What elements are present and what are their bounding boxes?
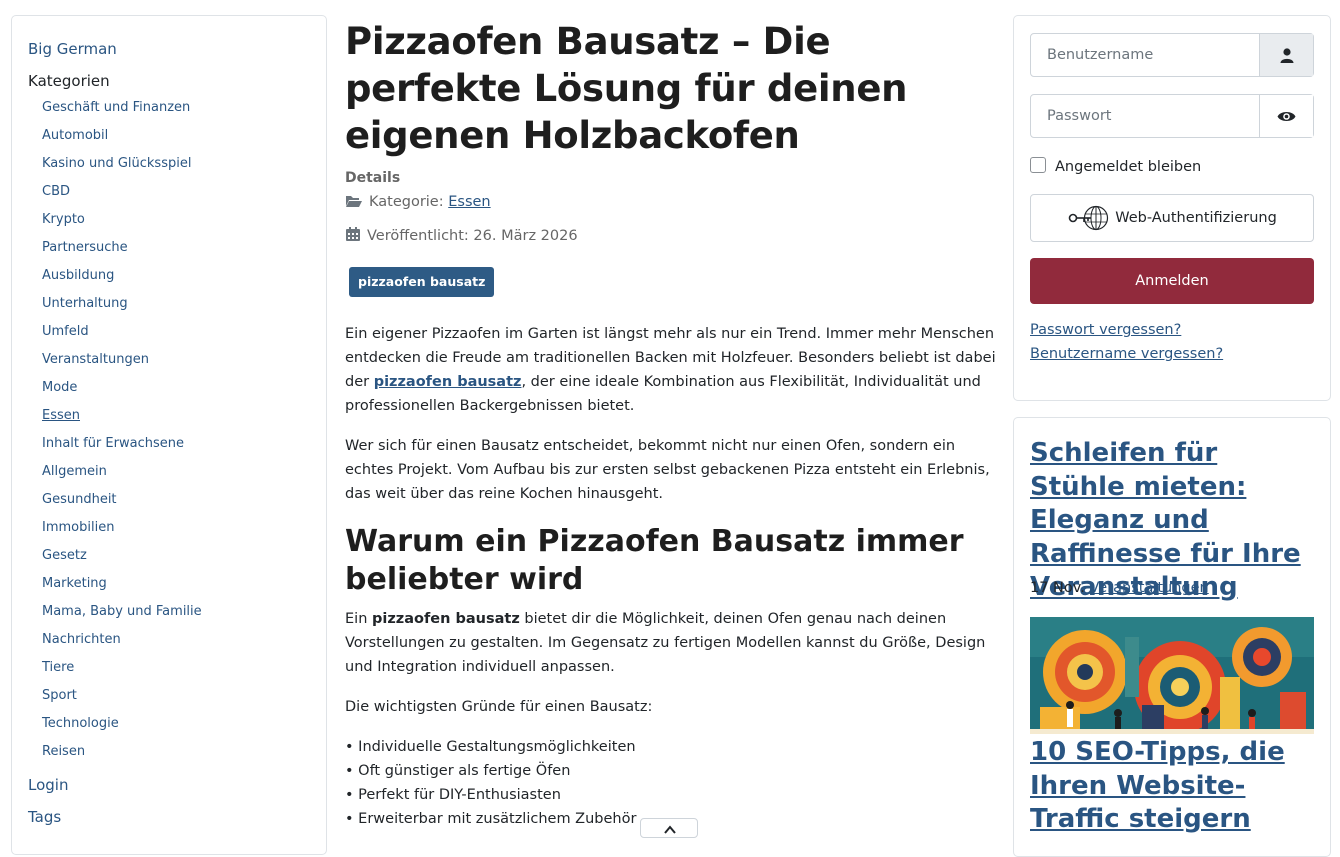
category-link[interactable]: Mama, Baby und Familie xyxy=(42,604,202,619)
login-form: Angemeldet bleiben Web-Authentifizierung… xyxy=(1013,15,1331,401)
username-input[interactable] xyxy=(1031,34,1261,76)
category-link[interactable]: Krypto xyxy=(42,212,85,227)
username-field-group xyxy=(1030,33,1314,77)
category-link[interactable]: Veranstaltungen xyxy=(42,352,149,367)
category-link[interactable]: Technologie xyxy=(42,716,119,731)
remember-me[interactable]: Angemeldet bleiben xyxy=(1030,157,1201,175)
paragraph-intro: Ein eigener Pizzaofen im Garten ist läng… xyxy=(345,322,1000,418)
category-link[interactable]: Automobil xyxy=(42,128,108,143)
news-item-date: 17 Nov. xyxy=(1030,580,1085,596)
site-link-big-german[interactable]: Big German xyxy=(28,40,117,58)
category-list: Geschäft und Finanzen Automobil Kasino u… xyxy=(42,98,202,770)
tag-badge[interactable]: pizzaofen bausatz xyxy=(349,267,495,297)
calendar-icon xyxy=(346,227,360,241)
login-link[interactable]: Login xyxy=(28,776,68,794)
latest-articles: Schleifen für Stühle mieten: Eleganz und… xyxy=(1013,417,1331,857)
news-thumbnail-image[interactable] xyxy=(1030,617,1314,734)
login-submit-button[interactable]: Anmelden xyxy=(1030,258,1314,304)
section-heading: Warum ein Pizzaofen Bausatz immer belieb… xyxy=(345,524,964,597)
category-link[interactable]: Geschäft und Finanzen xyxy=(42,100,190,115)
list-item: • Perfekt für DIY-Enthusiasten xyxy=(345,787,561,803)
details-label: Details xyxy=(345,170,401,186)
list-item: • Oft günstiger als fertige Öfen xyxy=(345,763,571,779)
password-field-group xyxy=(1030,94,1314,138)
category-link[interactable]: Unterhaltung xyxy=(42,296,128,311)
tags-link[interactable]: Tags xyxy=(28,808,61,826)
sidebar-menu: Big German Kategorien Geschäft und Finan… xyxy=(11,15,327,855)
category-link[interactable]: Kasino und Glücksspiel xyxy=(42,156,191,171)
news-item-meta: 17 Nov. Veranstaltungen xyxy=(1030,580,1209,596)
paragraph-2: Wer sich für einen Bausatz entscheidet, … xyxy=(345,438,990,502)
news-item-title[interactable]: 10 SEO-Tipps, die Ihren Website-Traffic … xyxy=(1030,736,1320,837)
paragraph-3: Ein pizzaofen bausatz bietet dir die Mög… xyxy=(345,607,1000,679)
webauthn-button[interactable]: Web-Authentifizierung xyxy=(1030,194,1314,242)
inline-keyword-link[interactable]: pizzaofen bausatz xyxy=(374,374,522,390)
chevron-up-icon xyxy=(664,825,676,834)
category-link[interactable]: Umfeld xyxy=(42,324,89,339)
paragraph-text: Ein xyxy=(345,611,372,627)
user-icon-addon xyxy=(1259,34,1313,76)
category-link[interactable]: Ausbildung xyxy=(42,268,114,283)
category-link[interactable]: Marketing xyxy=(42,576,107,591)
paragraph-4: Die wichtigsten Gründe für einen Bausatz… xyxy=(345,699,653,715)
category-link-active[interactable]: Essen xyxy=(42,408,80,423)
bold-keyword: pizzaofen bausatz xyxy=(372,611,520,627)
category-label: Kategorie: xyxy=(369,194,444,210)
category-link[interactable]: CBD xyxy=(42,184,70,199)
passkey-icon xyxy=(1068,205,1109,231)
published-date: Veröffentlicht: 26. März 2026 xyxy=(367,228,578,244)
forgot-password-link[interactable]: Passwort vergessen? xyxy=(1030,322,1181,338)
folder-open-icon xyxy=(346,196,362,207)
user-icon xyxy=(1280,47,1293,63)
category-value-link[interactable]: Essen xyxy=(448,194,490,210)
category-link[interactable]: Reisen xyxy=(42,744,85,759)
password-input[interactable] xyxy=(1031,95,1261,137)
list-item: • Individuelle Gestaltungsmöglichkeiten xyxy=(345,739,636,755)
category-link[interactable]: Sport xyxy=(42,688,77,703)
category-link[interactable]: Mode xyxy=(42,380,77,395)
remember-label: Angemeldet bleiben xyxy=(1055,159,1202,175)
news-item-category-link[interactable]: Veranstaltungen xyxy=(1089,580,1208,596)
category-link[interactable]: Nachrichten xyxy=(42,632,121,647)
article-title: Pizzaofen Bausatz – Die perfekte Lösung … xyxy=(345,20,908,157)
eye-icon xyxy=(1277,111,1296,121)
forgot-username-link[interactable]: Benutzername vergessen? xyxy=(1030,346,1223,362)
list-item: • Erweiterbar mit zusätzlichem Zubehör xyxy=(345,811,637,827)
back-to-top-button[interactable] xyxy=(640,818,698,838)
category-link[interactable]: Gesetz xyxy=(42,548,87,563)
categories-heading: Kategorien xyxy=(28,72,110,90)
article-published: Veröffentlicht: 26. März 2026 xyxy=(345,226,578,244)
webauthn-label: Web-Authentifizierung xyxy=(1115,210,1277,226)
show-password-button[interactable] xyxy=(1259,95,1313,137)
category-link[interactable]: Allgemein xyxy=(42,464,107,479)
remember-checkbox[interactable] xyxy=(1030,157,1046,173)
category-link[interactable]: Tiere xyxy=(42,660,74,675)
category-link[interactable]: Gesundheit xyxy=(42,492,117,507)
category-link[interactable]: Inhalt für Erwachsene xyxy=(42,436,184,451)
category-link[interactable]: Partnersuche xyxy=(42,240,128,255)
category-link[interactable]: Immobilien xyxy=(42,520,114,535)
article-category: Kategorie: Essen xyxy=(345,194,491,210)
reasons-list: • Individuelle Gestaltungsmöglichkeiten … xyxy=(345,735,636,831)
